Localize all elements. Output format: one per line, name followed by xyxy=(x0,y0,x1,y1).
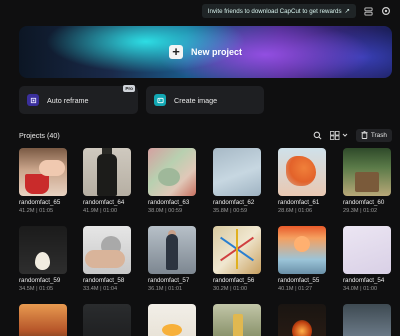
project-card[interactable] xyxy=(19,304,67,336)
project-thumbnail xyxy=(278,304,326,336)
project-card[interactable]: randomfact_57 36.1M | 01:01 xyxy=(148,226,196,292)
settings-gear-icon[interactable] xyxy=(380,5,392,17)
create-image-label: Create image xyxy=(174,95,218,105)
new-project-button[interactable]: + New project xyxy=(19,26,392,78)
project-name: randomfact_56 xyxy=(213,277,255,284)
project-card[interactable]: randomfact_62 35.8M | 00:59 xyxy=(213,148,261,214)
project-meta: 36.1M | 01:01 xyxy=(148,286,183,292)
project-thumbnail xyxy=(148,148,196,196)
project-card[interactable]: randomfact_63 38.0M | 00:59 xyxy=(148,148,196,214)
project-thumbnail xyxy=(343,148,391,196)
project-meta: 41.9M | 01:00 xyxy=(83,208,118,214)
invite-text: Invite friends to download CapCut to get… xyxy=(207,7,342,15)
project-card[interactable]: randomfact_59 34.5M | 01:05 xyxy=(19,226,67,292)
plus-icon: + xyxy=(168,45,183,59)
project-name: randomfact_57 xyxy=(148,277,190,284)
project-name: randomfact_54 xyxy=(343,277,385,284)
auto-reframe-label: Auto reframe xyxy=(47,95,89,105)
project-thumbnail xyxy=(278,226,326,274)
project-card[interactable]: randomfact_65 41.2M | 01:05 xyxy=(19,148,67,214)
trash-icon xyxy=(361,131,368,139)
project-thumbnail xyxy=(213,148,261,196)
project-card[interactable] xyxy=(83,304,131,336)
project-card[interactable] xyxy=(213,304,261,336)
project-meta: 35.8M | 00:59 xyxy=(213,208,248,214)
project-meta: 40.1M | 01:27 xyxy=(278,286,313,292)
project-card[interactable]: randomfact_61 28.6M | 01:06 xyxy=(278,148,326,214)
search-icon[interactable] xyxy=(313,129,322,141)
project-thumbnail xyxy=(343,226,391,274)
chevron-down-icon xyxy=(342,133,348,137)
capcut-home: Invite friends to download CapCut to get… xyxy=(0,0,400,336)
project-card[interactable] xyxy=(148,304,196,336)
project-meta: 28.6M | 01:06 xyxy=(278,208,313,214)
project-name: randomfact_58 xyxy=(83,277,125,284)
project-thumbnail xyxy=(343,304,391,336)
new-project-label: New project xyxy=(190,47,242,57)
project-card[interactable]: randomfact_64 41.9M | 01:00 xyxy=(83,148,131,214)
project-thumbnail xyxy=(19,226,67,274)
project-card[interactable]: randomfact_55 40.1M | 01:27 xyxy=(278,226,326,292)
project-thumbnail xyxy=(83,226,131,274)
project-meta: 29.3M | 01:02 xyxy=(343,208,378,214)
project-card[interactable]: randomfact_60 29.3M | 01:02 xyxy=(343,148,391,214)
new-project-content: + New project xyxy=(168,45,242,59)
project-meta: 33.4M | 01:04 xyxy=(83,286,118,292)
project-meta: 38.0M | 00:59 xyxy=(148,208,183,214)
auto-reframe-button[interactable]: Auto reframe Pro xyxy=(19,85,138,114)
view-toggle-button[interactable] xyxy=(329,129,348,141)
project-meta: 41.2M | 01:05 xyxy=(19,208,54,214)
external-link-icon: ↗ xyxy=(344,8,350,15)
project-card[interactable] xyxy=(343,304,391,336)
top-bar: Invite friends to download CapCut to get… xyxy=(201,4,392,18)
project-card[interactable]: randomfact_56 30.2M | 01:00 xyxy=(213,226,261,292)
projects-header: Projects (40) Trash xyxy=(19,128,392,142)
project-card[interactable]: randomfact_58 33.4M | 01:04 xyxy=(83,226,131,292)
invite-friends-banner[interactable]: Invite friends to download CapCut to get… xyxy=(201,4,356,18)
project-thumbnail xyxy=(278,148,326,196)
project-card[interactable] xyxy=(278,304,326,336)
project-thumbnail xyxy=(19,304,67,336)
project-name: randomfact_59 xyxy=(19,277,61,284)
project-meta: 34.5M | 01:05 xyxy=(19,286,54,292)
projects-title: Projects (40) xyxy=(19,130,60,140)
project-thumbnail xyxy=(148,304,196,336)
project-name: randomfact_64 xyxy=(83,199,125,206)
project-name: randomfact_63 xyxy=(148,199,190,206)
project-name: randomfact_61 xyxy=(278,199,320,206)
trash-label: Trash xyxy=(370,131,387,139)
trash-button[interactable]: Trash xyxy=(355,128,392,142)
pro-badge: Pro xyxy=(123,85,135,92)
project-thumbnail xyxy=(213,226,261,274)
image-generate-icon xyxy=(154,94,166,106)
project-thumbnail xyxy=(148,226,196,274)
project-thumbnail xyxy=(19,148,67,196)
project-thumbnail xyxy=(213,304,261,336)
project-meta: 34.0M | 01:00 xyxy=(343,286,378,292)
projects-toolbar: Trash xyxy=(313,128,392,142)
reframe-icon xyxy=(27,94,39,106)
project-name: randomfact_65 xyxy=(19,199,61,206)
project-name: randomfact_62 xyxy=(213,199,255,206)
project-name: randomfact_55 xyxy=(278,277,320,284)
project-card[interactable]: randomfact_54 34.0M | 01:00 xyxy=(343,226,391,292)
storage-icon[interactable] xyxy=(362,5,374,17)
project-name: randomfact_60 xyxy=(343,199,385,206)
project-meta: 30.2M | 01:00 xyxy=(213,286,248,292)
project-thumbnail xyxy=(83,148,131,196)
project-thumbnail xyxy=(83,304,131,336)
create-image-button[interactable]: Create image xyxy=(146,86,264,114)
